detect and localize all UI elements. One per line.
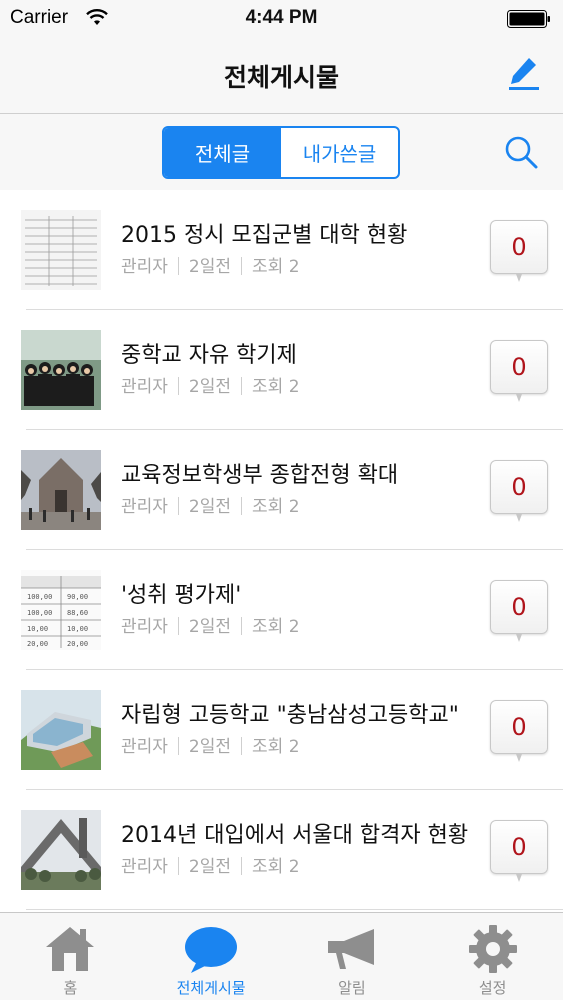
post-date: 2일전: [188, 737, 232, 757]
list-item[interactable]: 교육정보학생부 종합전형 확대 관리자 2일전 조회 2 0: [21, 430, 563, 550]
post-author: 관리자: [121, 257, 168, 277]
comment-count-badge: 0: [490, 580, 548, 634]
post-views: 조회 2: [252, 497, 300, 517]
home-icon: [46, 927, 95, 971]
post-author: 관리자: [121, 737, 168, 757]
svg-text:100,00: 100,00: [27, 609, 52, 617]
svg-text:20,00: 20,00: [27, 640, 48, 648]
clock: 4:44 PM: [245, 7, 318, 28]
post-views: 조회 2: [252, 257, 300, 277]
segment-my-posts[interactable]: 내가쓴글: [281, 128, 398, 177]
comment-count-badge: 0: [490, 340, 548, 394]
post-title: 자립형 고등학교 "충남삼성고등학교": [121, 703, 459, 728]
tab-settings[interactable]: 설정: [422, 913, 563, 1000]
segment-all-posts[interactable]: 전체글: [164, 128, 281, 177]
svg-text:88,60: 88,60: [67, 609, 88, 617]
navigation-bar: 전체게시물: [0, 38, 563, 114]
segmented-control: 전체글 내가쓴글: [162, 126, 400, 179]
post-views: 조회 2: [252, 617, 300, 637]
megaphone-icon: [327, 929, 374, 969]
svg-text:90,00: 90,00: [67, 593, 88, 601]
svg-text:10,00: 10,00: [27, 625, 48, 633]
post-author: 관리자: [121, 377, 168, 397]
post-list: 2015 정시 모집군별 대학 현황 관리자 2일전 조회 2 0 중학교 자유 학…: [0, 190, 563, 912]
svg-text:100,00: 100,00: [27, 593, 52, 601]
post-author: 관리자: [121, 857, 168, 877]
tab-bar: 홈 전체게시물 알림 설정: [0, 912, 563, 1000]
comment-count-badge: 0: [490, 820, 548, 874]
post-meta: 관리자 2일전 조회 2: [121, 252, 300, 277]
list-item[interactable]: 100,00 90,00 100,00 88,60 10,00 10,00 20,00…: [21, 550, 563, 670]
post-title: '성취 평가제': [121, 583, 242, 608]
post-title: 2014년 대입에서 서울대 합격자 현황: [121, 823, 469, 848]
post-date: 2일전: [188, 377, 232, 397]
comment-count-badge: 0: [490, 220, 548, 274]
post-thumbnail: 100,00 90,00 100,00 88,60 10,00 10,00 20,00…: [21, 570, 101, 650]
list-item[interactable]: 2015 정시 모집군별 대학 현황 관리자 2일전 조회 2 0: [21, 190, 563, 310]
search-icon[interactable]: [503, 134, 539, 170]
post-thumbnail: [21, 690, 101, 770]
post-views: 조회 2: [252, 737, 300, 757]
tab-all-posts[interactable]: 전체게시물: [141, 913, 282, 1000]
post-date: 2일전: [188, 497, 232, 517]
filter-row: 전체글 내가쓴글: [0, 114, 563, 190]
list-item[interactable]: 2014년 대입에서 서울대 합격자 현황 관리자 2일전 조회 2 0: [21, 790, 563, 910]
tab-label: 홈: [63, 979, 78, 997]
status-bar: Carrier 4:44 PM: [0, 0, 563, 38]
post-meta: 관리자 2일전 조회 2: [121, 492, 300, 517]
post-date: 2일전: [188, 857, 232, 877]
post-views: 조회 2: [252, 857, 300, 877]
comment-count-badge: 0: [490, 700, 548, 754]
post-thumbnail: [21, 450, 101, 530]
tab-label: 전체게시물: [176, 979, 246, 997]
tab-home[interactable]: 홈: [0, 913, 141, 1000]
post-title: 중학교 자유 학기제: [121, 343, 297, 368]
post-meta: 관리자 2일전 조회 2: [121, 732, 300, 757]
pencil-icon[interactable]: [507, 54, 541, 92]
post-date: 2일전: [188, 617, 232, 637]
post-thumbnail: [21, 330, 101, 410]
post-date: 2일전: [188, 257, 232, 277]
tab-notifications[interactable]: 알림: [282, 913, 423, 1000]
list-item[interactable]: 중학교 자유 학기제 관리자 2일전 조회 2 0: [21, 310, 563, 430]
post-meta: 관리자 2일전 조회 2: [121, 612, 300, 637]
battery-icon: [507, 10, 550, 28]
page-title: 전체게시물: [223, 63, 339, 92]
post-views: 조회 2: [252, 377, 300, 397]
post-author: 관리자: [121, 497, 168, 517]
gear-icon: [468, 925, 517, 973]
list-item[interactable]: 자립형 고등학교 "충남삼성고등학교" 관리자 2일전 조회 2 0: [21, 670, 563, 790]
tab-label: 설정: [478, 979, 507, 997]
speech-bubble-icon: [185, 927, 238, 973]
svg-text:20,00: 20,00: [67, 640, 88, 648]
post-meta: 관리자 2일전 조회 2: [121, 372, 300, 397]
post-author: 관리자: [121, 617, 168, 637]
comment-count-badge: 0: [490, 460, 548, 514]
post-title: 교육정보학생부 종합전형 확대: [121, 463, 399, 488]
tab-label: 알림: [338, 979, 366, 997]
post-thumbnail: [21, 210, 101, 290]
svg-text:10,00: 10,00: [67, 625, 88, 633]
post-thumbnail: [21, 810, 101, 890]
post-meta: 관리자 2일전 조회 2: [121, 852, 300, 877]
post-title: 2015 정시 모집군별 대학 현황: [121, 223, 408, 248]
